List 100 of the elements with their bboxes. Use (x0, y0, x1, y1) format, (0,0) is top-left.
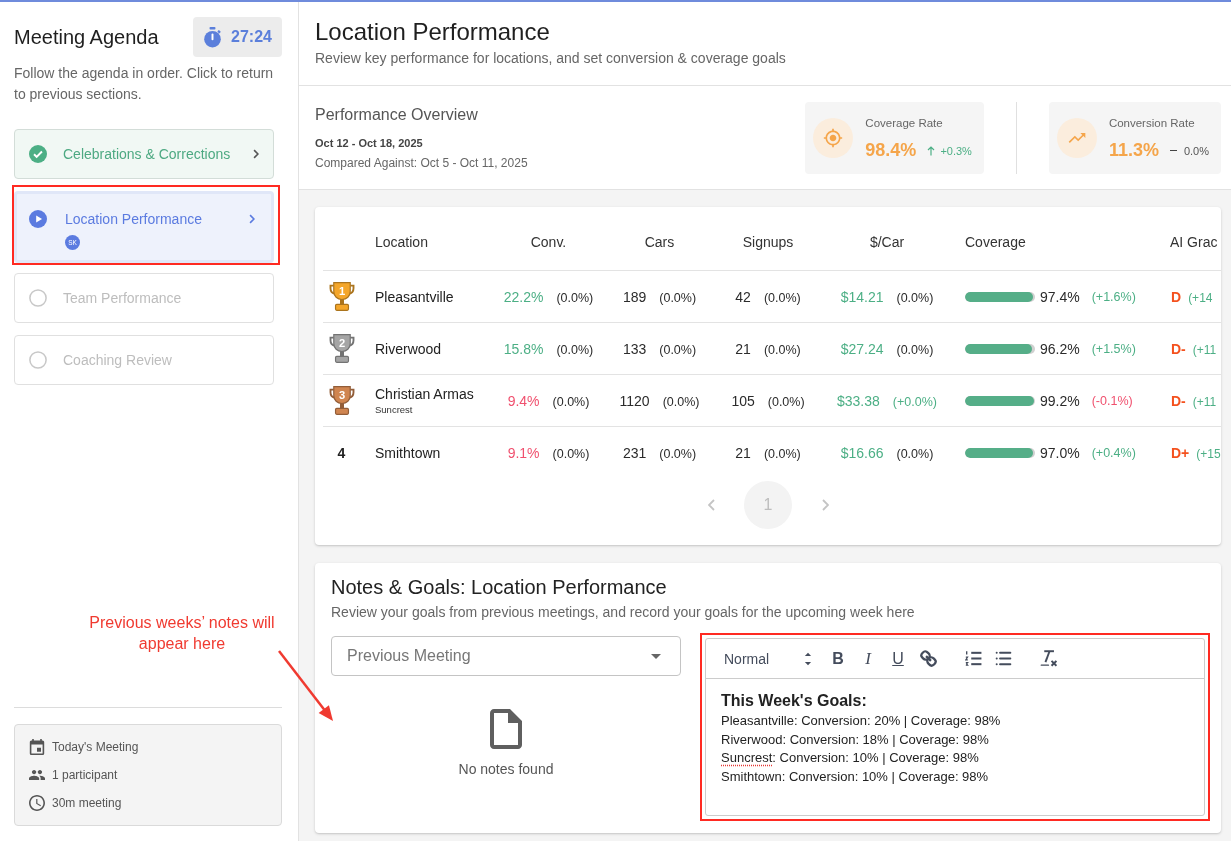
location-name: Smithtown (375, 444, 441, 461)
metric-value: 97.4% (1040, 288, 1080, 305)
metric-change: (0.0%) (896, 342, 934, 357)
metric-value: $14.21 (840, 288, 884, 305)
metric-value: $33.38 (837, 392, 880, 409)
metric-change: (0.0%) (896, 446, 934, 461)
timer-text: 27:24 (231, 28, 272, 46)
comparison-range: Compared Against: Oct 5 - Oct 11, 2025 (315, 155, 528, 171)
page-subtitle: Review key performance for locations, and set conversion & coverage goals (315, 49, 787, 68)
metric-change: (0.0%) (763, 446, 801, 461)
metric-value: 97.0% (1040, 444, 1080, 461)
chevron-right-icon (821, 499, 829, 511)
meeting-info-text: 30m meeting (52, 796, 122, 810)
target-icon (813, 118, 854, 158)
numbered-list-icon (964, 650, 982, 667)
metric-value: $16.66 (840, 444, 884, 461)
previous-meeting-select[interactable]: Previous Meeting (331, 636, 681, 676)
goals-heading: This Week's Goals: (721, 691, 867, 711)
metric-change: (0.0%) (763, 342, 801, 357)
caret-icon (651, 653, 661, 659)
metric-change: (0.0%) (552, 394, 590, 409)
annotation-arrow (278, 650, 333, 721)
calendar-icon (29, 739, 45, 755)
section-subtitle: Review your goals from previous meetings, and record your goals for the upcoming week here (331, 603, 916, 622)
stopwatch-icon (203, 26, 222, 48)
metric-change: (0.0%) (763, 290, 801, 305)
grade-value: D- (1171, 340, 1186, 357)
metric-change: (0.0%) (556, 290, 594, 305)
stat-change: 0.0% (1183, 144, 1209, 157)
grade-value: D- (1171, 392, 1186, 409)
chevron-right-icon (253, 149, 259, 159)
metric-change: (0.0%) (662, 394, 700, 409)
coverage-bar (965, 291, 1035, 302)
metric-change: (+1.5%) (1091, 341, 1136, 356)
up-down-arrows-icon (804, 651, 812, 666)
sidebar-title: Meeting Agenda (14, 25, 159, 49)
coverage-bar (965, 447, 1035, 458)
underline-button[interactable]: U (883, 646, 913, 671)
metric-value: 42 (735, 288, 751, 305)
grade-change: (+11 (1192, 342, 1217, 357)
clock-icon (29, 795, 45, 811)
meeting-info-text: 1 participant (52, 768, 118, 782)
editor-field[interactable]: This Week's Goals: Pleasantville: Conversion: 20% | Coverage: 98% Riverwood: Conversion: 18% | Coverage: 98% Suncrest: Conversion: 10% | Coverage: 98% Smithtown: Conversion: 10% | Coverage: 98% (706, 679, 1204, 815)
metric-change: (0.0%) (659, 342, 697, 357)
metric-value: 99.2% (1040, 392, 1080, 409)
metric-value: 1120 (619, 392, 650, 409)
goal-line: Smithtown: Conversion: 10% | Coverage: 98% (721, 767, 989, 786)
location-name: Pleasantville (375, 288, 454, 305)
metric-change: (+0.0%) (892, 394, 937, 409)
grade-change: (+15 (1196, 446, 1221, 461)
metric-change: (0.0%) (767, 394, 805, 409)
grade-change: (+11 (1192, 394, 1217, 409)
chevron-left-icon (707, 499, 715, 511)
metric-value: 96.2% (1040, 340, 1080, 357)
metric-value: 133 (622, 340, 647, 357)
metric-value: 105 (731, 392, 755, 409)
section-title: Notes & Goals: Location Performance (331, 575, 667, 600)
stat-value: 98.4% (865, 140, 917, 161)
chevron-right-icon (249, 214, 255, 224)
format-select[interactable]: Normal (724, 650, 812, 667)
location-name: Christian Armas (375, 386, 474, 402)
file-icon (490, 709, 522, 749)
metric-value: 9.4% (507, 392, 540, 409)
bullet-list-icon (994, 650, 1012, 667)
metric-value: 21 (735, 444, 751, 461)
metric-value: 9.1% (507, 444, 540, 461)
column-header: Cars (644, 234, 675, 250)
metric-change: (+1.6%) (1091, 289, 1136, 304)
metric-change: (0.0%) (552, 446, 590, 461)
metric-change: (-0.1%) (1091, 393, 1133, 408)
metric-change: (0.0%) (896, 290, 934, 305)
goal-line: Pleasantville: Conversion: 20% | Coverage: 98% (721, 712, 1001, 730)
metric-value: 21 (735, 340, 751, 357)
annotation-note: Previous weeks’ notes will appear here (88, 613, 276, 654)
metric-value: 15.8% (503, 340, 544, 357)
column-header: $/Car (869, 234, 905, 250)
metric-value: 189 (622, 288, 647, 305)
agenda-description: Follow the agenda in order. Click to return to previous sections. (14, 64, 275, 104)
italic-button[interactable]: I (853, 646, 883, 671)
metric-change: (0.0%) (659, 290, 697, 305)
location-name: Riverwood (375, 340, 442, 357)
agenda-item[interactable]: Celebrations & Corrections (14, 129, 274, 179)
section-title: Performance Overview (315, 105, 478, 125)
column-header: Coverage (964, 234, 1026, 250)
people-icon (29, 767, 45, 783)
grade-value: D (1171, 288, 1182, 305)
bold-button[interactable]: B (823, 646, 853, 671)
metric-change: (+0.4%) (1091, 445, 1136, 460)
grade-change: (+14 (1188, 290, 1213, 305)
metric-value: 231 (622, 444, 647, 461)
column-header: Signups (742, 234, 794, 250)
location-subtitle: Suncrest (375, 404, 413, 415)
column-header: Conv. (530, 234, 567, 250)
coverage-bar (965, 395, 1035, 406)
column-header: Location (374, 234, 428, 250)
metric-change: (0.0%) (659, 446, 697, 461)
rank-number: 4 (337, 444, 346, 461)
grade-value: D+ (1171, 444, 1190, 461)
stat-label: Conversion Rate (1108, 116, 1195, 131)
link-icon (919, 650, 937, 667)
